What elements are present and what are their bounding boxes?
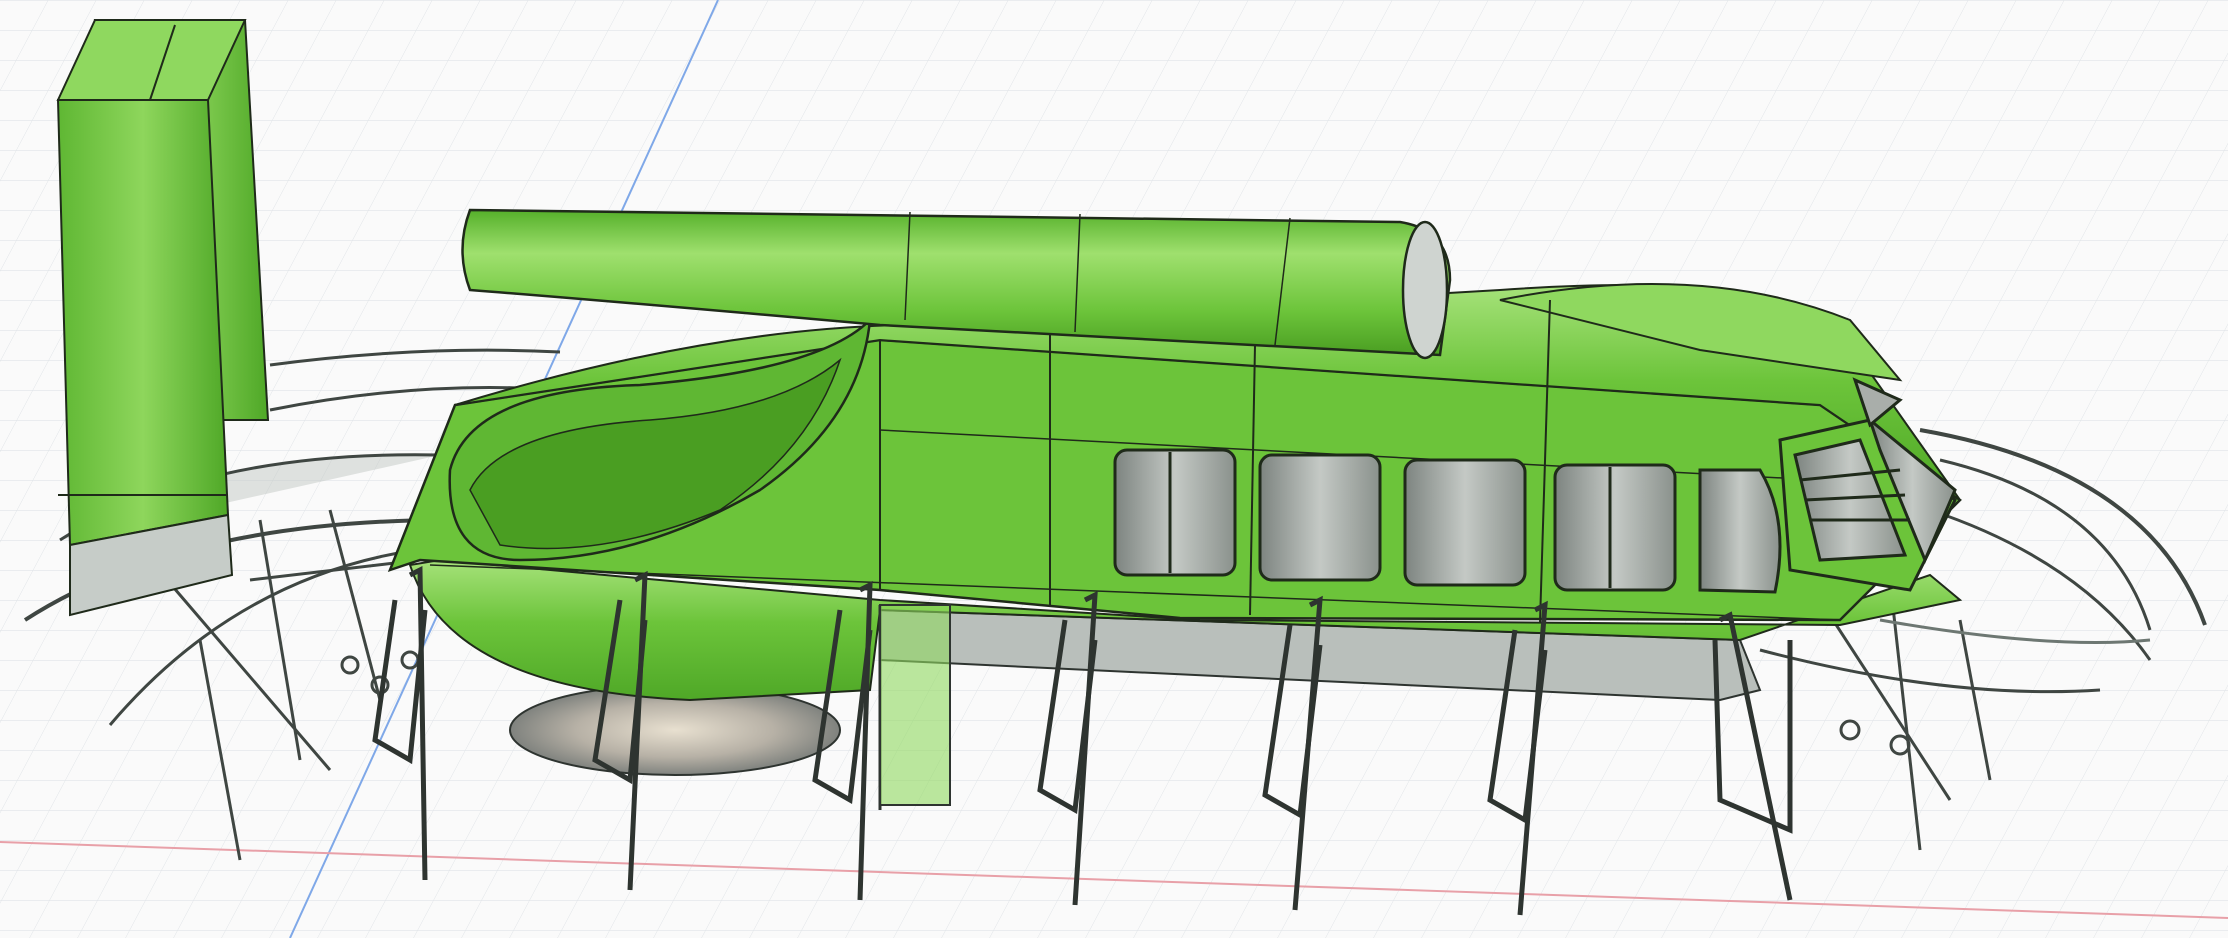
window-3 (1403, 458, 1527, 587)
window-2 (1258, 453, 1382, 582)
duct-outlet (1401, 220, 1449, 360)
window-5 (1698, 468, 1782, 594)
model-scene[interactable] (0, 0, 2228, 938)
window-4 (1553, 463, 1677, 592)
window-1 (1113, 448, 1237, 577)
3d-viewport[interactable] (0, 0, 2228, 938)
